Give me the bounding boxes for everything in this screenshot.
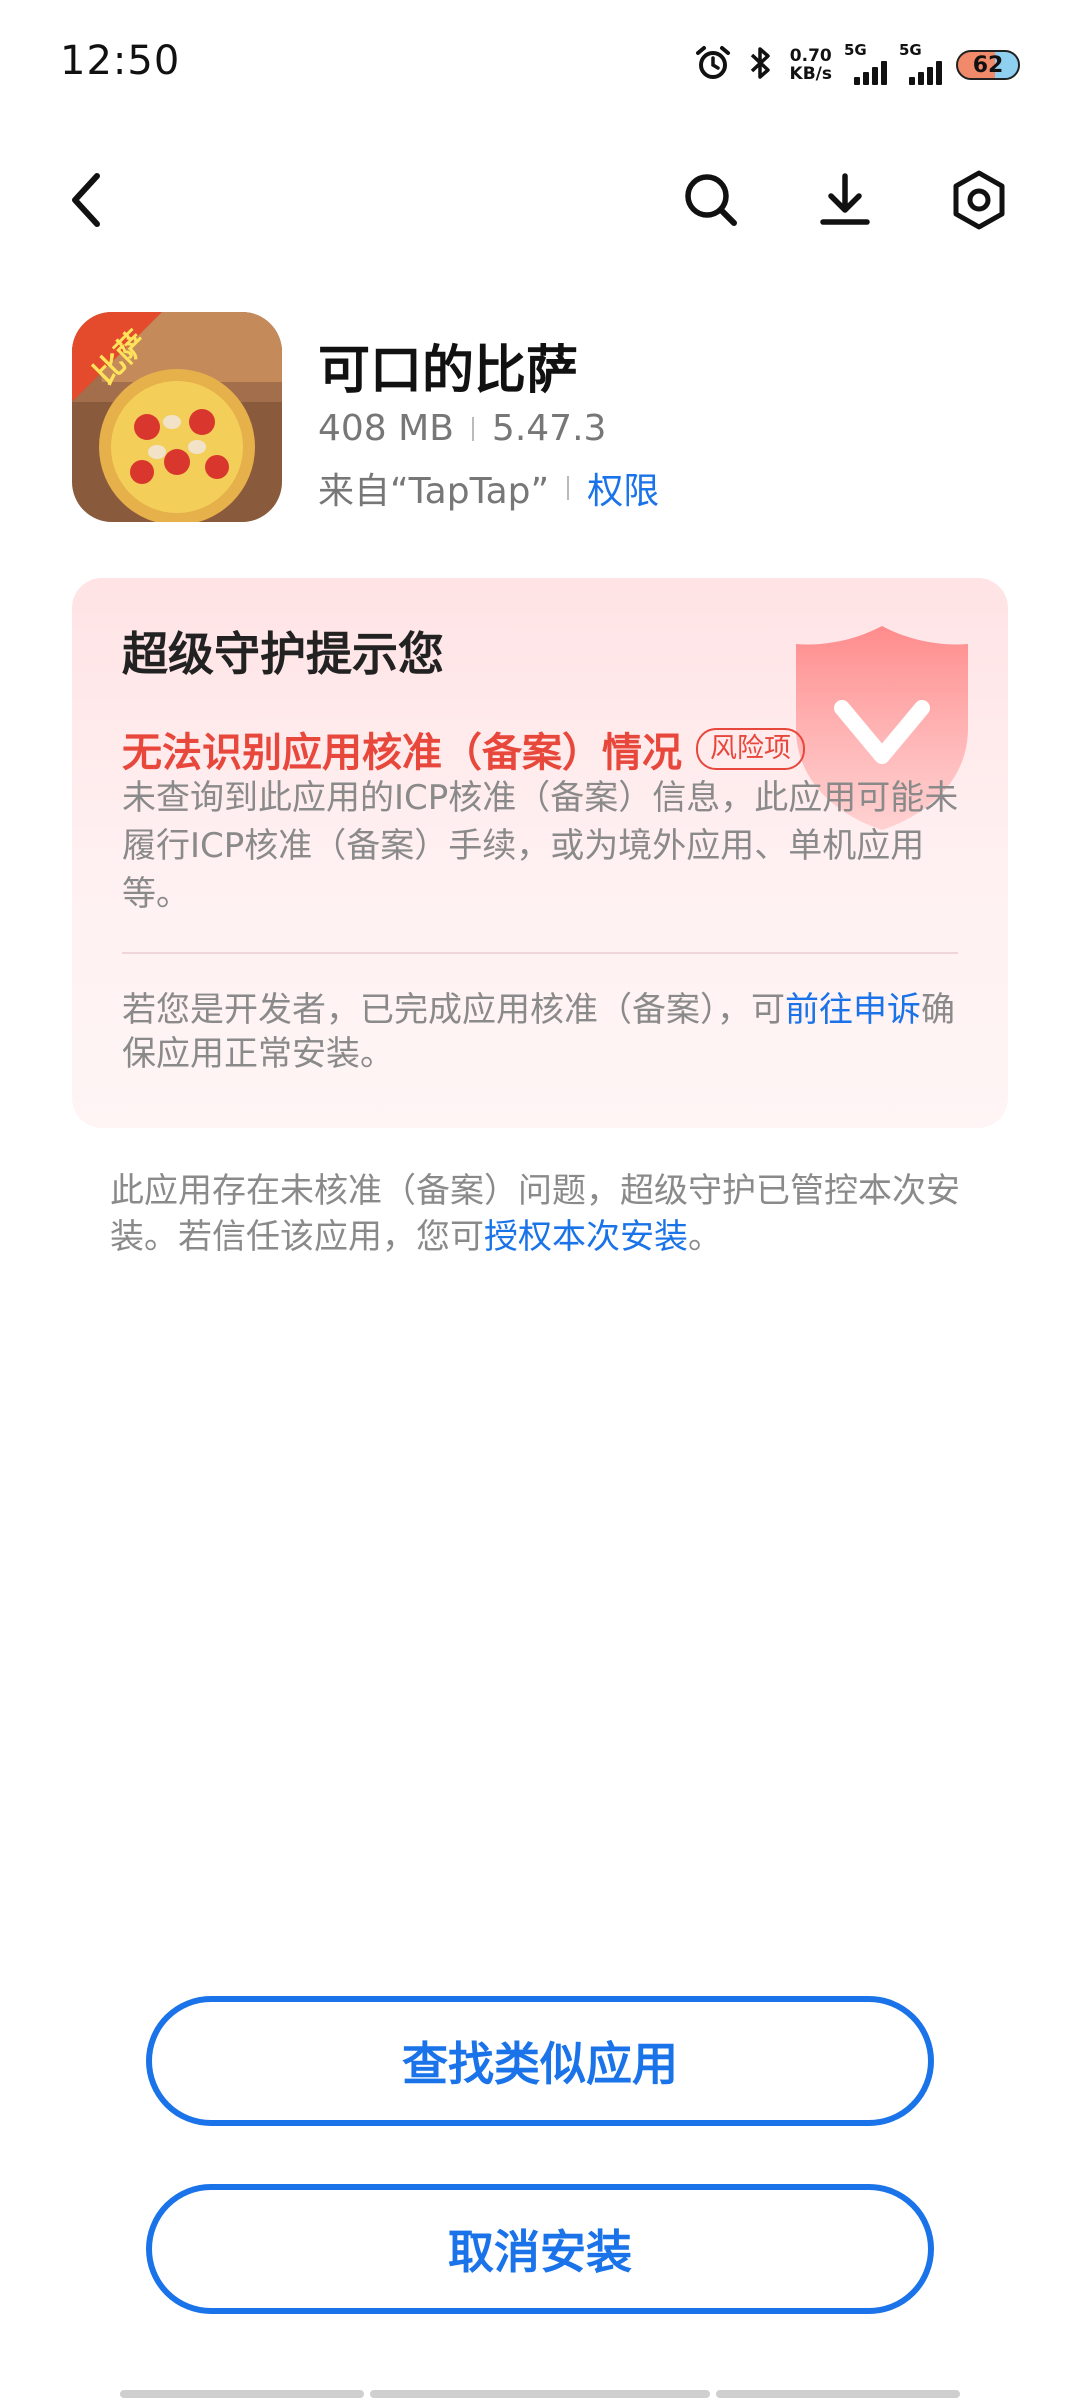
- meta-separator: [471, 416, 474, 441]
- network-speed: 0.70 KB/s: [790, 47, 832, 83]
- app-version: 5.47.3: [491, 408, 607, 449]
- gesture-bar-left: [120, 2390, 364, 2398]
- card-subtitle: 无法识别应用核准（备案）情况 风险项: [122, 720, 805, 778]
- settings-icon[interactable]: [944, 165, 1014, 235]
- sim1-label: 5G: [844, 41, 867, 59]
- app-name: 可口的比萨: [318, 341, 579, 401]
- authorize-install-link[interactable]: 授权本次安装: [484, 1217, 688, 1257]
- status-icons: 0.70 KB/s 5G 5G 62: [694, 40, 1020, 90]
- security-warning-card: 超级守护提示您 无法识别应用核准（备案）情况 风险项 未查询到此应用的ICP核准…: [72, 578, 1008, 1128]
- download-icon[interactable]: [810, 165, 880, 235]
- card-title: 超级守护提示您: [122, 627, 444, 681]
- signal-sim1-icon: 5G: [844, 41, 887, 85]
- status-time: 12:50: [60, 38, 181, 84]
- card-divider: [122, 952, 958, 954]
- bluetooth-icon: [746, 44, 776, 86]
- risk-badge: 风险项: [696, 728, 805, 770]
- app-source-row: 来自“TapTap” 权限: [318, 462, 659, 514]
- find-similar-apps-button[interactable]: 查找类似应用: [146, 1996, 934, 2126]
- card-description: 未查询到此应用的ICP核准（备案）信息，此应用可能未履行ICP核准（备案）手续，…: [122, 778, 959, 914]
- battery-icon: 62: [956, 50, 1020, 80]
- gesture-bar-center[interactable]: [370, 2390, 710, 2398]
- sim2-label: 5G: [899, 41, 922, 59]
- net-speed-value: 0.70: [789, 46, 832, 66]
- alarm-icon: [694, 44, 732, 86]
- back-icon[interactable]: [52, 165, 122, 235]
- notice-text-after: 。: [688, 1217, 722, 1257]
- search-icon[interactable]: [676, 165, 746, 235]
- developer-note: 若您是开发者，已完成应用核准（备案），可前往申诉确保应用正常安装。: [122, 988, 972, 1076]
- net-speed-unit: KB/s: [789, 64, 832, 84]
- app-size: 408 MB: [318, 408, 454, 449]
- source-separator: [567, 476, 570, 500]
- gesture-bar-right: [716, 2390, 960, 2398]
- app-source: 来自“TapTap”: [318, 471, 550, 512]
- permissions-link[interactable]: 权限: [587, 462, 659, 514]
- app-meta: 408 MB 5.47.3: [318, 408, 606, 449]
- card-subtitle-text: 无法识别应用核准（备案）情况: [122, 730, 682, 776]
- app-icon: 比萨: [72, 312, 282, 522]
- signal-sim2-icon: 5G: [899, 41, 942, 85]
- developer-text: 若您是开发者，已完成应用核准（备案），可: [122, 990, 785, 1030]
- cancel-install-button[interactable]: 取消安装: [146, 2184, 934, 2314]
- appeal-link[interactable]: 前往申诉: [785, 990, 921, 1030]
- install-notice: 此应用存在未核准（备案）问题，超级守护已管控本次安装。若信任该应用，您可授权本次…: [110, 1168, 970, 1260]
